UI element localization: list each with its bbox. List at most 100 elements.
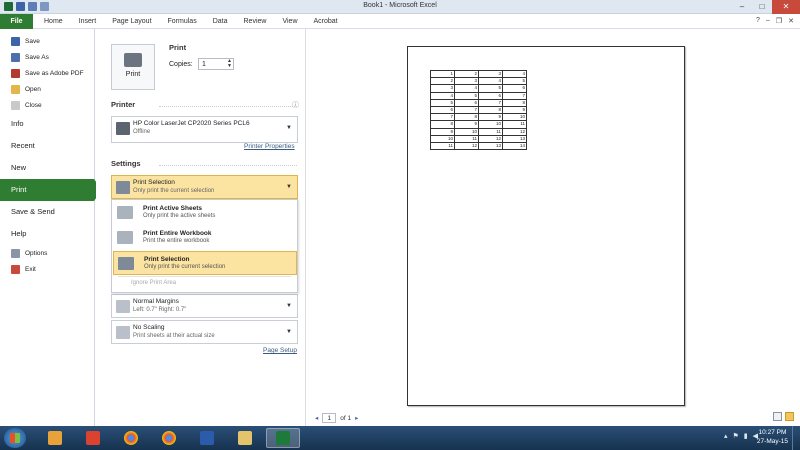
- menu-item-print-entire-workbook[interactable]: Print Entire Workbook Print the entire w…: [113, 226, 297, 250]
- show-desktop-button[interactable]: [792, 426, 800, 450]
- tab-home[interactable]: Home: [36, 14, 71, 29]
- table-cell: 6: [478, 91, 503, 100]
- clock-time: 10:27 PM: [758, 429, 787, 436]
- table-cell: 5: [478, 84, 503, 93]
- maximize-button[interactable]: □: [752, 0, 772, 14]
- excel-taskbar-button[interactable]: [266, 428, 300, 448]
- active-sheets-icon: [117, 206, 133, 219]
- table-cell: 10: [454, 127, 479, 136]
- tab-insert[interactable]: Insert: [71, 14, 105, 29]
- explorer-taskbar-button[interactable]: [228, 428, 262, 448]
- page-number-input[interactable]: 1: [322, 413, 337, 423]
- next-page-icon[interactable]: ▸: [355, 414, 358, 422]
- flag-icon[interactable]: ⚑: [732, 432, 738, 440]
- nav-help[interactable]: Help: [0, 223, 94, 245]
- printer-section-title: Printer: [111, 100, 136, 109]
- nav-new[interactable]: New: [0, 157, 94, 179]
- table-cell: 11: [430, 141, 455, 151]
- close-workbook-icon[interactable]: ✕: [788, 17, 794, 25]
- nav-exit[interactable]: Exit: [0, 261, 94, 277]
- app-taskbar-button[interactable]: [76, 428, 110, 448]
- nav-options[interactable]: Options: [0, 245, 94, 261]
- tab-data[interactable]: Data: [205, 14, 236, 29]
- nav-recent[interactable]: Recent: [0, 135, 94, 157]
- chrome-taskbar-button[interactable]: [114, 428, 148, 448]
- nav-save-pdf[interactable]: Save as Adobe PDF: [0, 65, 94, 81]
- window-controls: – □ ✕: [732, 0, 800, 14]
- table-cell: 11: [454, 134, 479, 143]
- word-taskbar-button[interactable]: [190, 428, 224, 448]
- minimize-ribbon-icon[interactable]: –: [766, 17, 770, 25]
- tab-formulas[interactable]: Formulas: [160, 14, 205, 29]
- nav-print[interactable]: Print: [0, 179, 102, 201]
- table-cell: 13: [502, 134, 527, 143]
- nav-open-label: Open: [25, 85, 41, 93]
- margins-subtitle: Left: 0.7" Right: 0.7": [133, 307, 187, 313]
- print-what-subtitle: Only print the current selection: [133, 188, 215, 194]
- nav-close[interactable]: Close: [0, 97, 94, 113]
- table-cell: 8: [454, 113, 479, 122]
- network-icon[interactable]: ▮: [744, 432, 748, 440]
- nav-save-as-label: Save As: [25, 53, 49, 61]
- table-cell: 4: [478, 77, 503, 86]
- menu-item-print-active-sheets[interactable]: Print Active Sheets Only print the activ…: [113, 201, 297, 225]
- tab-acrobat[interactable]: Acrobat: [306, 14, 346, 29]
- show-margins-icon[interactable]: [773, 412, 782, 421]
- previous-page-icon[interactable]: ◂: [315, 414, 318, 422]
- tab-review[interactable]: Review: [236, 14, 275, 29]
- restore-icon[interactable]: ❐: [776, 17, 782, 25]
- printer-section-rule: [159, 106, 297, 107]
- show-hidden-icons-icon[interactable]: ▴: [724, 432, 728, 440]
- nav-save-send[interactable]: Save & Send: [0, 201, 94, 223]
- copies-label: Copies:: [169, 61, 193, 68]
- start-button[interactable]: [4, 428, 26, 448]
- print-what-menu: Print Active Sheets Only print the activ…: [111, 199, 298, 293]
- clock[interactable]: 10:27 PM 27-May-15: [757, 428, 788, 446]
- printer-icon: [124, 53, 142, 67]
- chrome-icon: [162, 431, 176, 445]
- print-what-dropdown[interactable]: Print Selection Only print the current s…: [111, 175, 298, 199]
- zoom-to-page-icon[interactable]: [785, 412, 794, 421]
- info-icon[interactable]: ⓘ: [292, 100, 299, 110]
- print-selection-icon: [118, 257, 134, 270]
- table-cell: 10: [430, 134, 455, 143]
- nav-info[interactable]: Info: [0, 113, 94, 135]
- minimize-button[interactable]: –: [732, 0, 752, 14]
- page-setup-link[interactable]: Page Setup: [263, 347, 297, 354]
- table-cell: 8: [430, 120, 455, 129]
- excel-icon: [276, 431, 290, 445]
- ignore-print-area-option[interactable]: Ignore Print Area: [131, 280, 176, 286]
- title-bar: Book1 - Microsoft Excel – □ ✕: [0, 0, 800, 14]
- tab-view[interactable]: View: [274, 14, 305, 29]
- menu-item-print-selection[interactable]: Print Selection Only print the current s…: [113, 251, 297, 275]
- margins-icon: [116, 300, 130, 313]
- printer-properties-link[interactable]: Printer Properties: [244, 143, 295, 150]
- table-cell: 9: [502, 105, 527, 115]
- copies-spinner[interactable]: ▲ ▼: [227, 59, 232, 69]
- close-window-button[interactable]: ✕: [772, 0, 800, 14]
- help-icon[interactable]: ?: [756, 17, 760, 25]
- settings-section-rule: [159, 165, 297, 166]
- outlook-taskbar-button[interactable]: [38, 428, 72, 448]
- margins-dropdown[interactable]: Normal Margins Left: 0.7" Right: 0.7" ▼: [111, 294, 298, 318]
- chevron-down-icon: ▼: [286, 303, 292, 309]
- table-cell: 6: [454, 98, 479, 107]
- table-cell: 5: [502, 77, 527, 86]
- page-navigator: ◂ 1 of 1 ▸: [315, 413, 358, 423]
- table-cell: 12: [478, 134, 503, 143]
- nav-save-as[interactable]: Save As: [0, 49, 94, 65]
- chrome-window-taskbar-button[interactable]: [152, 428, 186, 448]
- tab-page-layout[interactable]: Page Layout: [104, 14, 159, 29]
- nav-open[interactable]: Open: [0, 81, 94, 97]
- table-row: 10 11 12 13: [430, 134, 527, 143]
- nav-save[interactable]: Save: [0, 33, 94, 49]
- print-button[interactable]: Print: [111, 44, 155, 90]
- close-file-icon: [11, 100, 20, 110]
- copies-input[interactable]: 1 ▲ ▼: [198, 58, 234, 70]
- scaling-dropdown[interactable]: No Scaling Print sheets at their actual …: [111, 320, 298, 344]
- printer-dropdown[interactable]: HP Color LaserJet CP2020 Series PCL6 Off…: [111, 116, 298, 143]
- margins-title: Normal Margins: [133, 298, 179, 305]
- table-cell: 3: [430, 84, 455, 93]
- tab-file[interactable]: File: [0, 14, 33, 29]
- printer-status: Offline: [133, 129, 151, 135]
